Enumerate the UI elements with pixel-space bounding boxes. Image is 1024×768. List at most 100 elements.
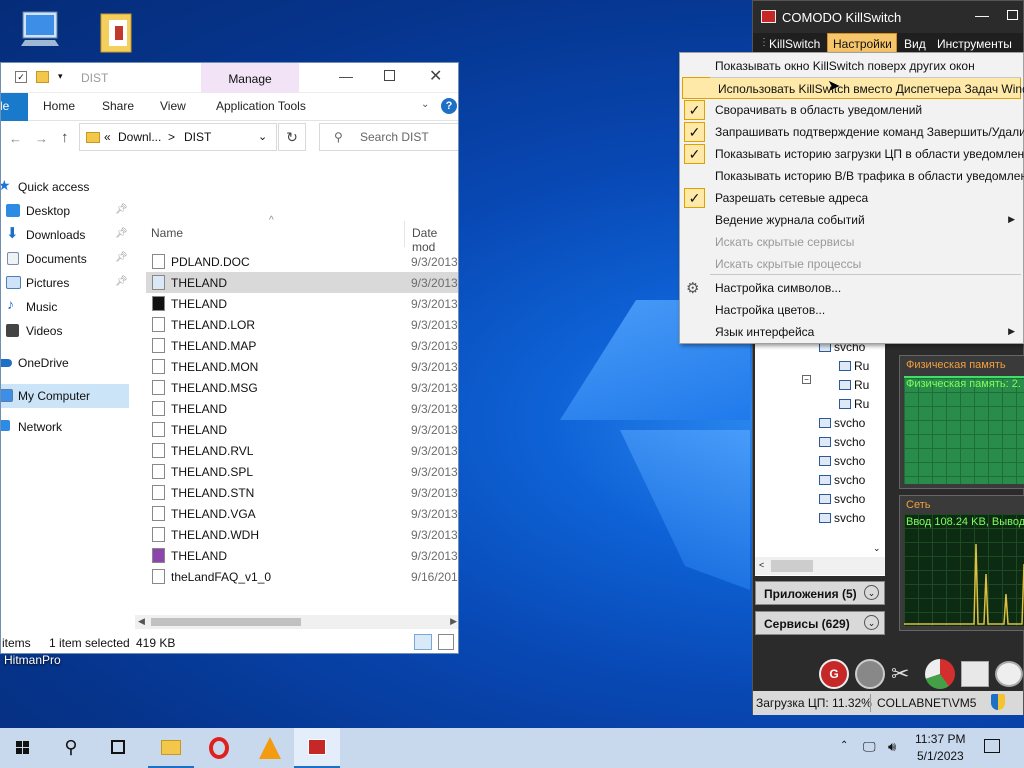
tiles-view-icon[interactable] <box>438 634 454 650</box>
nav-my-computer[interactable]: My Computer <box>1 384 129 408</box>
up-icon[interactable]: ↑ <box>61 129 69 146</box>
taskbar-app[interactable] <box>246 728 292 768</box>
collapse-icon[interactable]: ⌄ <box>864 585 879 600</box>
task-view-button[interactable] <box>96 728 142 768</box>
nav-videos[interactable]: Videos <box>1 320 129 342</box>
tab-home[interactable]: Home <box>43 99 75 113</box>
services-section[interactable]: Сервисы (629) ⌄ <box>755 611 885 635</box>
menu-item[interactable]: Использовать KillSwitch вместо Диспетчер… <box>682 77 1024 99</box>
file-row[interactable]: THELAND.WDH 9/3/2013 <box>146 524 458 545</box>
tab-file[interactable]: File <box>1 93 28 121</box>
tab-application-tools[interactable]: Application Tools <box>216 99 306 113</box>
file-row[interactable]: THELAND.MON 9/3/2013 <box>146 356 458 377</box>
tree-expand-icon[interactable]: − <box>802 375 811 384</box>
file-row[interactable]: THELAND.STN 9/3/2013 <box>146 482 458 503</box>
menu-item[interactable]: Настройка цветов... <box>680 299 1023 321</box>
search-button[interactable]: ⚲ <box>48 728 94 768</box>
tree-row[interactable]: svcho <box>819 473 865 492</box>
column-name[interactable]: Name <box>151 226 183 240</box>
forward-icon[interactable]: → <box>35 131 48 146</box>
tree-row[interactable]: Ru <box>839 397 869 416</box>
tools-icon[interactable]: ✂ <box>891 661 909 687</box>
qat-dropdown-icon[interactable]: ▾ <box>58 71 63 82</box>
minimize-button[interactable]: — <box>339 68 353 84</box>
desktop-icon-folder[interactable] <box>82 8 152 57</box>
menu-view[interactable]: Вид <box>904 37 926 51</box>
menu-item[interactable]: Показывать окно KillSwitch поверх других… <box>680 55 1023 77</box>
taskbar-killswitch[interactable] <box>294 728 340 768</box>
menu-item[interactable]: ✓ Показывать историю загрузки ЦП в област… <box>680 143 1024 165</box>
file-row[interactable]: THELAND 9/3/2013 <box>146 419 458 440</box>
tab-share[interactable]: Share <box>102 99 134 113</box>
nav-downloads[interactable]: ⬇ Downloads 📌︎ <box>1 224 129 246</box>
chevron-down-icon[interactable]: ⌄ <box>258 130 267 143</box>
network-tray-icon[interactable]: 🖵︎ <box>863 739 876 755</box>
pin-icon[interactable]: 📌︎ <box>115 276 128 287</box>
file-row[interactable]: THELAND 9/3/2013 <box>146 545 458 566</box>
scroll-left-icon[interactable]: < <box>759 560 764 570</box>
details-view-icon[interactable] <box>414 634 432 650</box>
desktop-icon-computer[interactable] <box>5 8 75 55</box>
file-row[interactable]: THELAND 9/3/2013 <box>146 293 458 314</box>
qat-folder-icon[interactable] <box>36 71 49 83</box>
file-row[interactable]: THELAND 9/3/2013 <box>146 398 458 419</box>
file-row[interactable]: THELAND.SPL 9/3/2013 <box>146 461 458 482</box>
find-window-icon[interactable] <box>961 661 989 687</box>
column-date[interactable]: Date mod <box>412 226 458 254</box>
taskbar-opera[interactable] <box>196 728 242 768</box>
scroll-thumb[interactable] <box>771 560 813 572</box>
tree-hscroll[interactable]: < <box>755 557 885 575</box>
scroll-right-icon[interactable]: ▶ <box>450 616 457 627</box>
scroll-left-icon[interactable]: ◀ <box>138 616 145 627</box>
close-button[interactable]: ✕ <box>429 66 442 86</box>
help-icon[interactable]: ? <box>441 98 457 114</box>
tree-row[interactable]: svcho <box>819 435 865 454</box>
taskbar-explorer[interactable] <box>148 728 194 768</box>
menu-killswitch[interactable]: KillSwitch <box>769 37 820 51</box>
maximize-button[interactable] <box>384 70 395 81</box>
pin-icon[interactable]: 📌︎ <box>115 252 128 263</box>
menu-item[interactable]: ⚙ Настройка символов... <box>680 277 1023 299</box>
menu-item[interactable]: Ведение журнала событий ▶ <box>680 209 1023 231</box>
nav-quick-access[interactable]: ★Quick access <box>1 176 129 198</box>
chart-icon[interactable] <box>925 659 955 689</box>
start-button[interactable] <box>0 728 46 768</box>
file-row[interactable]: PDLAND.DOC 9/3/2013 <box>146 251 458 272</box>
tree-row[interactable]: svcho <box>819 511 865 530</box>
collapse-icon[interactable]: ⌄ <box>864 615 879 630</box>
volume-icon[interactable]: 🔊︎ <box>888 739 896 755</box>
ribbon-expand-icon[interactable]: ⌄ <box>421 99 429 110</box>
menu-item[interactable]: ✓ Разрешать сетевые адреса <box>680 187 1023 209</box>
menu-item[interactable]: ✓ Сворачивать в область уведомлений <box>680 99 1023 121</box>
scroll-thumb[interactable] <box>151 618 301 626</box>
qat-checkbox-icon[interactable]: ✓ <box>15 71 27 83</box>
tab-view[interactable]: View <box>160 99 186 113</box>
refresh-button[interactable]: ↻ <box>278 123 306 151</box>
restore-button[interactable] <box>1007 10 1018 20</box>
scroll-down-icon[interactable]: ⌄ <box>873 543 881 554</box>
file-row[interactable]: THELAND 9/3/2013 <box>146 272 458 293</box>
hitmanpro-label[interactable]: HitmanPro <box>4 653 74 667</box>
nav-network[interactable]: Network <box>1 416 129 438</box>
comodo-icon[interactable]: G <box>819 659 849 689</box>
file-row[interactable]: THELAND.MAP 9/3/2013 <box>146 335 458 356</box>
menu-item[interactable]: Показывать историю В/В трафика в области… <box>680 165 1024 187</box>
nav-desktop[interactable]: Desktop 📌︎ <box>1 200 129 222</box>
search-input[interactable]: ⚲ Search DIST <box>319 123 458 151</box>
horizontal-scrollbar[interactable]: ◀ ▶ <box>135 615 458 629</box>
search-icon[interactable] <box>995 661 1023 687</box>
file-row[interactable]: THELAND.MSG 9/3/2013 <box>146 377 458 398</box>
back-icon[interactable]: ← <box>9 131 22 146</box>
manage-context-tab[interactable]: Manage <box>201 63 299 93</box>
pin-icon[interactable]: 📌︎ <box>115 204 128 215</box>
menu-item[interactable]: ✓ Запрашивать подтверждение команд Заверш… <box>680 121 1024 143</box>
show-hidden-icons[interactable]: ⌃ <box>840 740 848 751</box>
tree-row[interactable]: Ru <box>839 378 869 397</box>
clock-time[interactable]: 11:37 PM <box>915 732 965 746</box>
menu-tools[interactable]: Инструменты <box>937 37 1012 51</box>
file-row[interactable]: THELAND.RVL 9/3/2013 <box>146 440 458 461</box>
file-row[interactable]: THELAND.LOR 9/3/2013 <box>146 314 458 335</box>
clock-date[interactable]: 5/1/2023 <box>917 749 964 763</box>
tree-row[interactable]: svcho <box>819 492 865 511</box>
address-field[interactable]: « Downl... > DIST ⌄ <box>79 123 277 151</box>
